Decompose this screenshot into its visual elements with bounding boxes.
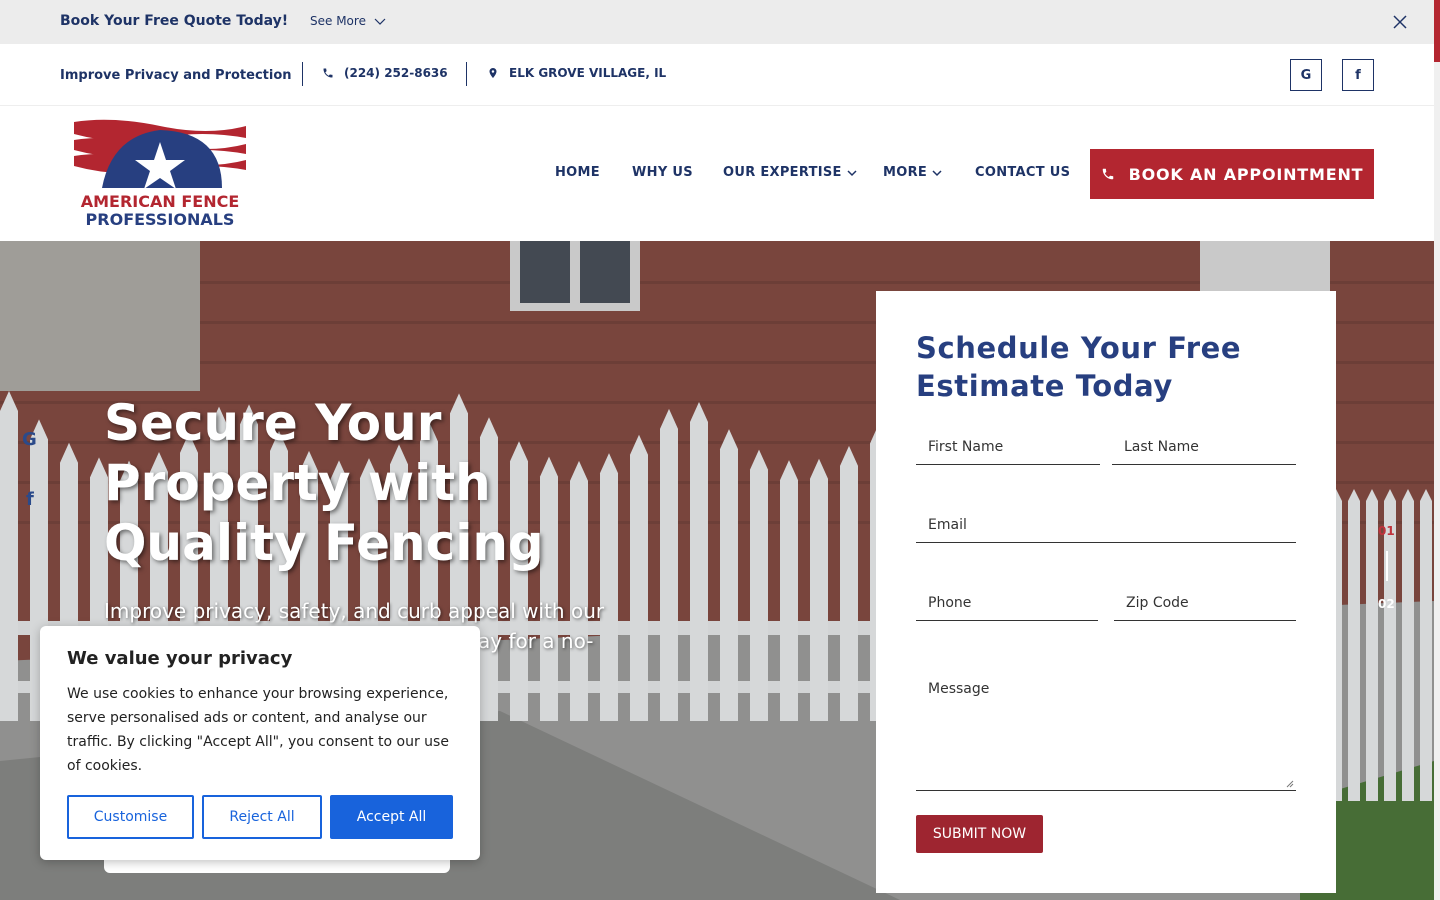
facebook-icon[interactable]: f — [1342, 59, 1374, 91]
nav-our-expertise[interactable]: OUR EXPERTISE — [723, 165, 857, 180]
cookie-consent-banner: We value your privacy We use cookies to … — [40, 626, 480, 860]
phone-link[interactable]: (224) 252-8636 — [322, 66, 448, 80]
google-icon[interactable]: G — [22, 429, 37, 450]
chevron-down-icon — [932, 169, 942, 176]
first-name-field[interactable]: First Name — [916, 429, 1100, 465]
nav-more[interactable]: MORE — [883, 165, 942, 180]
slide-indicator-01[interactable]: 01 — [1378, 524, 1395, 538]
logo-text-line2: PROFESSIONALS — [86, 210, 235, 229]
see-more-label: See More — [310, 14, 366, 28]
nav-home[interactable]: HOME — [555, 165, 600, 180]
zip-code-field[interactable]: Zip Code — [1114, 585, 1296, 621]
location: ELK GROVE VILLAGE, IL — [487, 66, 666, 80]
book-appointment-label: BOOK AN APPOINTMENT — [1128, 164, 1364, 184]
promo-title: Book Your Free Quote Today! — [60, 13, 289, 29]
promo-bar: Book Your Free Quote Today! See More — [0, 0, 1434, 44]
scrollbar-thumb[interactable] — [1434, 0, 1440, 62]
hero-title: Secure Your Property with Quality Fencin… — [104, 394, 544, 572]
customise-button[interactable]: Customise — [67, 795, 194, 839]
nav-why-us[interactable]: WHY US — [632, 165, 693, 180]
facebook-icon[interactable]: f — [26, 489, 34, 510]
cookie-title: We value your privacy — [67, 648, 293, 669]
phone-icon — [1102, 168, 1113, 180]
location-pin-icon — [489, 68, 497, 78]
phone-icon — [323, 68, 333, 78]
divider — [302, 62, 303, 86]
nav-contact-us[interactable]: CONTACT US — [975, 165, 1070, 180]
info-bar: Improve Privacy and Protection (224) 252… — [0, 44, 1434, 106]
phone-field[interactable]: Phone — [916, 585, 1098, 621]
nav-our-expertise-label: OUR EXPERTISE — [723, 165, 842, 180]
location-text: ELK GROVE VILLAGE, IL — [509, 66, 667, 80]
see-more-button[interactable]: See More — [310, 14, 386, 28]
form-title: Schedule Your Free Estimate Today — [916, 331, 1242, 403]
submit-button[interactable]: SUBMIT NOW — [916, 815, 1043, 853]
message-field[interactable]: Message — [916, 669, 1296, 791]
message-placeholder: Message — [928, 681, 990, 697]
reject-all-button[interactable]: Reject All — [202, 795, 322, 839]
cookie-text: We use cookies to enhance your browsing … — [67, 686, 449, 774]
scrollbar[interactable] — [1434, 0, 1440, 900]
slide-indicator-02[interactable]: 02 — [1378, 597, 1395, 611]
slide-indicator-line — [1386, 551, 1388, 581]
resize-handle-icon[interactable] — [1286, 780, 1294, 788]
chevron-down-icon — [374, 18, 386, 25]
last-name-field[interactable]: Last Name — [1112, 429, 1296, 465]
header: AMERICAN FENCE PROFESSIONALS HOME WHY US… — [0, 106, 1434, 241]
hero-subtitle-line1: Improve privacy, safety, and curb appeal… — [104, 599, 605, 623]
divider — [466, 62, 467, 86]
close-icon[interactable] — [1390, 12, 1410, 32]
nav-more-label: MORE — [883, 165, 928, 180]
accept-all-button[interactable]: Accept All — [330, 795, 453, 839]
logo[interactable]: AMERICAN FENCE PROFESSIONALS — [72, 118, 248, 230]
logo-text-line1: AMERICAN FENCE — [81, 192, 240, 211]
google-icon[interactable]: G — [1290, 59, 1322, 91]
book-appointment-button[interactable]: BOOK AN APPOINTMENT — [1090, 149, 1374, 199]
phone-number: (224) 252-8636 — [344, 66, 448, 80]
email-field[interactable]: Email — [916, 507, 1296, 543]
tagline: Improve Privacy and Protection — [60, 68, 292, 83]
estimate-form: Schedule Your Free Estimate Today First … — [876, 291, 1336, 893]
chevron-down-icon — [847, 169, 857, 176]
